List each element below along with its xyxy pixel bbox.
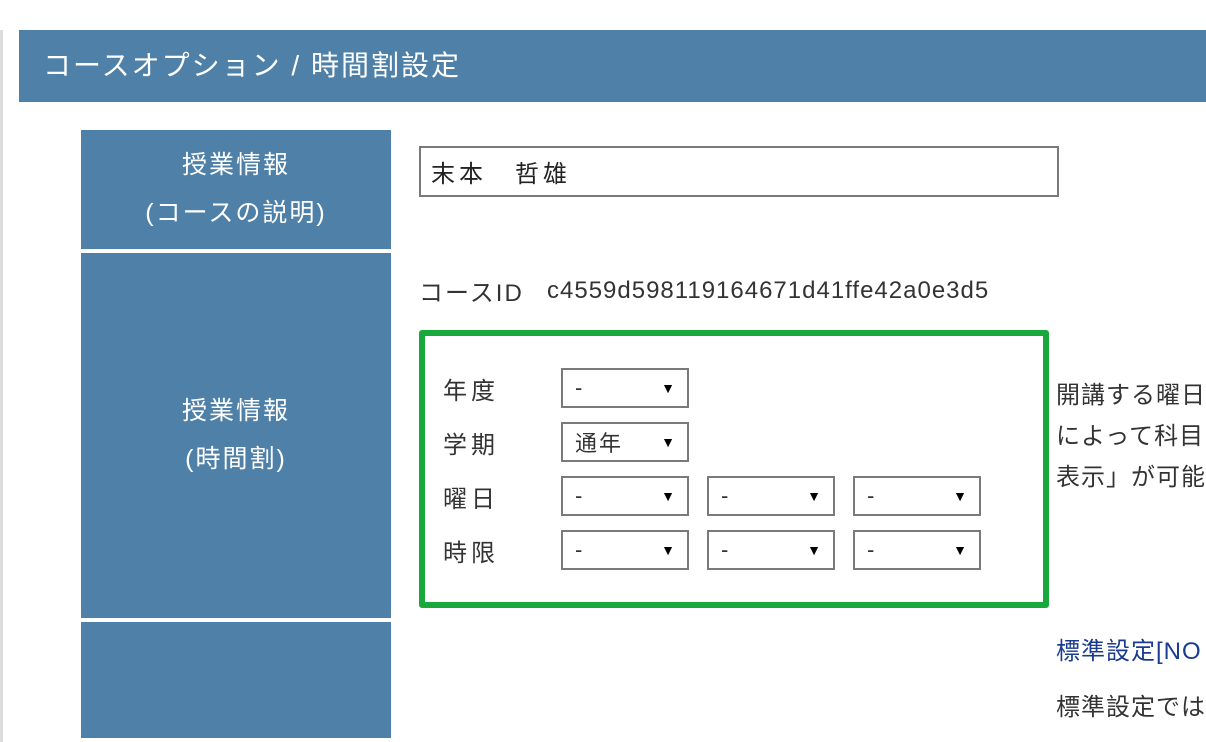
day-select-3-value: - xyxy=(867,483,876,509)
chevron-down-icon: ▼ xyxy=(953,542,969,558)
course-id-row: コースID c4559d598119164671d41ffe42a0e3d5 xyxy=(419,273,1206,308)
field-row-period: 時限 - ▼ - ▼ xyxy=(443,530,1013,570)
day-label: 曜日 xyxy=(443,479,561,514)
help-text-5: 標準設定では xyxy=(1056,694,1206,721)
course-id-value: c4559d598119164671d41ffe42a0e3d5 xyxy=(547,277,989,305)
row-label-description: 授業情報 (コースの説明) xyxy=(81,130,391,251)
field-row-term: 学期 通年 ▼ xyxy=(443,422,1013,462)
period-select-1-value: - xyxy=(575,537,584,563)
page-header: コースオプション / 時間割設定 xyxy=(19,30,1206,102)
chevron-down-icon: ▼ xyxy=(661,434,677,450)
timetable-highlight-frame: 年度 - ▼ 学期 xyxy=(419,330,1049,608)
help-text-block-2: 標準設定[NO xyxy=(1056,632,1202,673)
term-label: 学期 xyxy=(443,425,561,460)
page-title: コースオプション / 時間割設定 xyxy=(43,50,461,81)
year-select[interactable]: - ▼ xyxy=(561,368,689,408)
help-text-block-1: 開講する曜日 によって科目 表示」が可能 xyxy=(1056,376,1206,498)
chevron-down-icon: ▼ xyxy=(807,488,823,504)
help-text-2: によって科目 xyxy=(1056,423,1204,450)
chevron-down-icon: ▼ xyxy=(661,488,677,504)
settings-table: 授業情報 (コースの説明) 末本 哲雄 授業情報 (時間割) xyxy=(81,130,1206,742)
year-label: 年度 xyxy=(443,371,561,406)
row-course-description: 授業情報 (コースの説明) 末本 哲雄 xyxy=(81,130,1206,251)
period-select-3[interactable]: - ▼ xyxy=(853,530,981,570)
day-select-2-value: - xyxy=(721,483,730,509)
row-label-timetable: 授業情報 (時間割) xyxy=(81,251,391,620)
instructor-name: 末本 哲雄 xyxy=(431,161,571,188)
chevron-down-icon: ▼ xyxy=(953,488,969,504)
year-select-value: - xyxy=(575,375,584,401)
day-select-2[interactable]: - ▼ xyxy=(707,476,835,516)
period-label: 時限 xyxy=(443,533,561,568)
term-select-value: 通年 xyxy=(575,426,623,458)
field-row-day: 曜日 - ▼ - ▼ xyxy=(443,476,1013,516)
row-label-next xyxy=(81,620,391,740)
row-next xyxy=(81,620,1206,740)
help-text-block-3: 標準設定では xyxy=(1056,688,1206,729)
instructor-name-box: 末本 哲雄 xyxy=(419,146,1059,197)
help-text-4: 標準設定[NO xyxy=(1056,638,1202,665)
day-select-3[interactable]: - ▼ xyxy=(853,476,981,516)
row-label-line1: 授業情報 xyxy=(182,397,290,425)
period-select-1[interactable]: - ▼ xyxy=(561,530,689,570)
help-text-1: 開講する曜日 xyxy=(1056,382,1206,409)
chevron-down-icon: ▼ xyxy=(661,380,677,396)
chevron-down-icon: ▼ xyxy=(807,542,823,558)
field-row-year: 年度 - ▼ xyxy=(443,368,1013,408)
term-select[interactable]: 通年 ▼ xyxy=(561,422,689,462)
row-label-line2: (時間割) xyxy=(185,445,287,473)
period-select-2-value: - xyxy=(721,537,730,563)
period-select-3-value: - xyxy=(867,537,876,563)
row-timetable: 授業情報 (時間割) コースID c4559d598119164671d41ff… xyxy=(81,251,1206,620)
help-text-3: 表示」が可能 xyxy=(1056,464,1206,491)
chevron-down-icon: ▼ xyxy=(661,542,677,558)
day-select-1-value: - xyxy=(575,483,584,509)
period-select-2[interactable]: - ▼ xyxy=(707,530,835,570)
day-select-1[interactable]: - ▼ xyxy=(561,476,689,516)
row-label-line1: 授業情報 xyxy=(182,151,290,179)
course-id-label: コースID xyxy=(419,273,547,308)
row-label-line2: (コースの説明) xyxy=(145,199,326,227)
